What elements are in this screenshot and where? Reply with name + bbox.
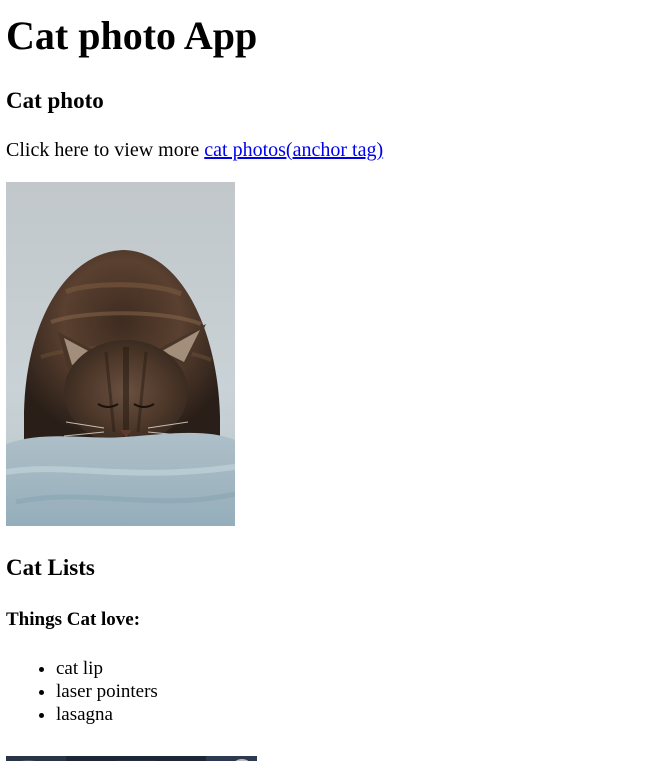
cat-lists-title: Cat Lists xyxy=(6,555,95,580)
page-title: Cat photo App xyxy=(6,13,258,58)
things-cat-love-heading: Things Cat love: xyxy=(6,609,141,630)
list-item: laser pointers xyxy=(56,680,657,703)
intro-paragraph: Click here to view more cat photos(ancho… xyxy=(6,138,657,162)
second-cat-image xyxy=(6,756,257,761)
list-item: lasagna xyxy=(56,703,657,726)
cat-photo-image xyxy=(6,182,235,526)
list-item: cat lip xyxy=(56,657,657,680)
section-title: Cat photo xyxy=(6,88,104,113)
cat-photos-link[interactable]: cat photos(anchor tag) xyxy=(204,139,383,161)
cat-photo-icon xyxy=(6,756,257,761)
intro-text: Click here to view more xyxy=(6,139,205,161)
page-content: Cat photo App Cat photo Click here to vi… xyxy=(0,14,663,726)
cat-photo-icon xyxy=(6,182,235,526)
things-cat-love-list: cat lip laser pointers lasagna xyxy=(6,657,657,726)
